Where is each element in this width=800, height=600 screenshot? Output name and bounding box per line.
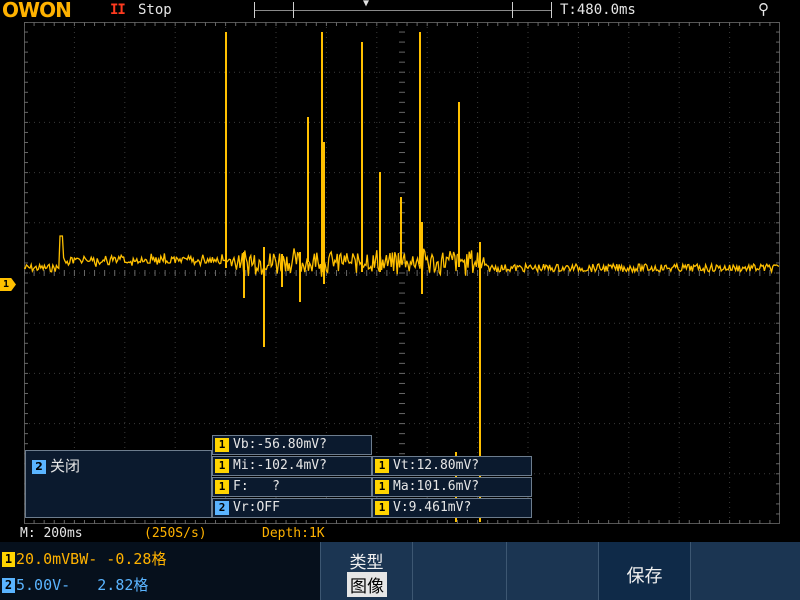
run-stop-icon[interactable]: II <box>110 2 126 18</box>
sample-rate-readout: (250S/s) <box>144 526 207 541</box>
ch1-ground-marker[interactable]: 1 <box>0 278 16 291</box>
measure-v: 1 V:9.461mV? <box>372 498 532 518</box>
measure-vbase: 1 Vb:-56.80mV? <box>212 435 372 455</box>
run-status-text: Stop <box>138 2 172 18</box>
measure-min: 1 Mi:-102.4mV? <box>212 456 372 476</box>
measure-vtop: 1 Vt:12.80mV? <box>372 456 532 476</box>
softkey-blank-5[interactable] <box>690 542 800 600</box>
ch1-settings[interactable]: 1 20.0mVBW- -0.28格 <box>2 548 166 569</box>
ch2-tag: 2 <box>32 459 46 474</box>
ch2-off-panel: 2 关闭 <box>25 450 212 518</box>
bottom-menu-bar: 1 20.0mVBW- -0.28格 2 5.00V- 2.82格 类型 图像 保存 <box>0 542 800 600</box>
waveform-display[interactable] <box>24 22 780 524</box>
measure-vrms-ch2: 2 Vr:OFF <box>212 498 372 518</box>
memory-depth-readout: Depth:1K <box>262 526 325 541</box>
ch2-settings[interactable]: 2 5.00V- 2.82格 <box>2 574 148 595</box>
memory-position-indicator: ▼ <box>254 0 552 18</box>
brand-logo: OWON <box>2 0 72 22</box>
top-status-bar: OWON II Stop ▼ T:480.0ms ⚲ <box>0 0 800 22</box>
softkey-type[interactable]: 类型 图像 <box>320 542 412 600</box>
softkey-blank-3[interactable] <box>506 542 598 600</box>
trigger-position-marker-icon: ▼ <box>363 0 370 9</box>
timebase-readout: M: 200ms <box>20 526 83 541</box>
acquisition-status-line: M: 200ms (250S/s) Depth:1K <box>0 524 800 542</box>
softkey-save[interactable]: 保存 <box>598 542 690 600</box>
softkey-save-label: 保存 <box>626 566 663 587</box>
ch2-status-label: 关闭 <box>50 457 81 475</box>
channel-settings-readout: 1 20.0mVBW- -0.28格 2 5.00V- 2.82格 <box>0 542 320 600</box>
measure-max: 1 Ma:101.6mV? <box>372 477 532 497</box>
measure-frequency: 1 F: ? <box>212 477 372 497</box>
usb-icon: ⚲ <box>758 0 769 18</box>
trigger-time-position: T:480.0ms <box>560 2 636 18</box>
softkey-type-title: 类型 <box>349 553 384 573</box>
softkey-type-value: 图像 <box>347 572 387 597</box>
graticule <box>24 22 780 524</box>
softkey-blank-2[interactable] <box>412 542 506 600</box>
